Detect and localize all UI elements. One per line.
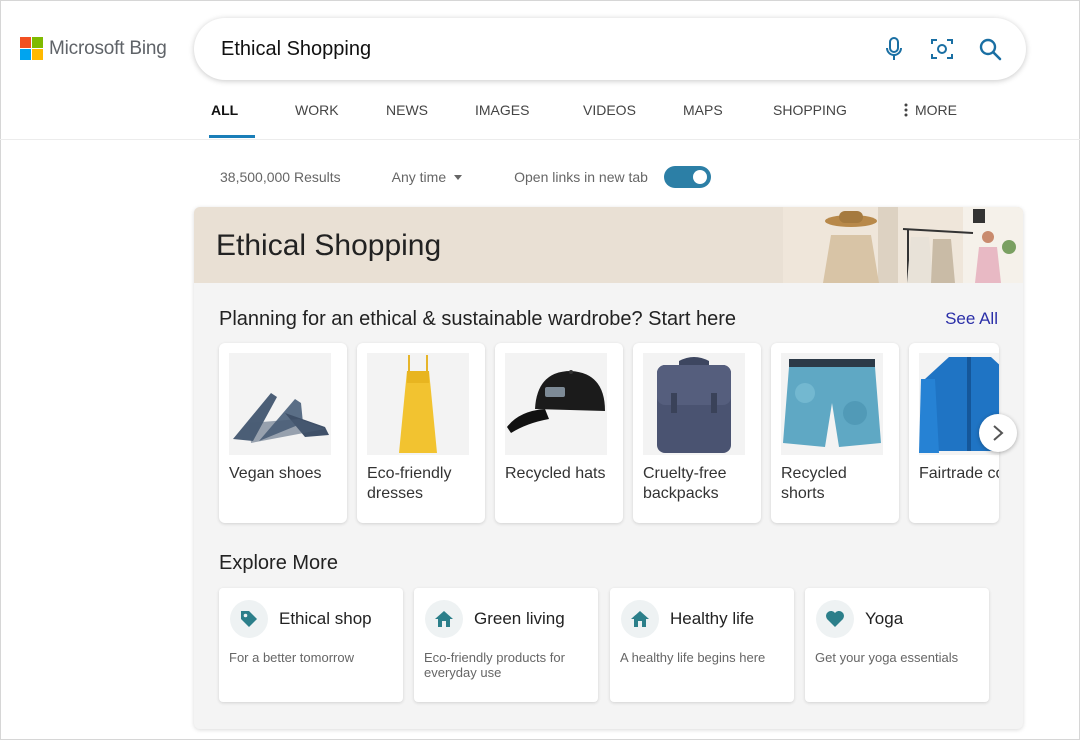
product-label: Fairtrade coats bbox=[919, 465, 999, 482]
carousel-next-button[interactable] bbox=[979, 414, 1017, 452]
search-input[interactable]: Ethical Shopping bbox=[221, 38, 858, 61]
microsoft-logo-icon bbox=[20, 37, 43, 60]
explore-title: Green living bbox=[474, 609, 565, 628]
new-tab-toggle[interactable] bbox=[663, 166, 711, 188]
home-icon bbox=[621, 600, 659, 638]
backpack-image bbox=[643, 353, 745, 455]
tab-work[interactable]: WORK bbox=[255, 102, 341, 138]
heart-icon bbox=[816, 600, 854, 638]
product-label: Eco-friendly dresses bbox=[367, 465, 452, 502]
toggle-knob bbox=[692, 170, 707, 184]
explore-desc: For a better tomorrow bbox=[229, 650, 354, 665]
search-tabs: ALL WORK NEWS IMAGES VIDEOS MAPS SHOPPIN… bbox=[209, 102, 968, 138]
shoes-image bbox=[229, 353, 331, 455]
header-divider bbox=[0, 139, 1080, 140]
explore-desc: Get your yoga essentials bbox=[815, 650, 959, 665]
chevron-right-icon bbox=[993, 425, 1004, 441]
product-card-dresses[interactable]: Eco-friendly dresses bbox=[357, 343, 485, 523]
microphone-icon[interactable] bbox=[882, 37, 906, 61]
tab-more[interactable]: MORE bbox=[848, 102, 968, 138]
explore-desc: A healthy life begins here bbox=[620, 650, 766, 665]
tab-all[interactable]: ALL bbox=[209, 102, 255, 138]
search-box[interactable]: Ethical Shopping bbox=[194, 18, 1026, 80]
tab-images[interactable]: IMAGES bbox=[430, 102, 533, 138]
explore-title: Ethical shop bbox=[279, 609, 372, 628]
explore-title: Healthy life bbox=[670, 609, 755, 628]
tag-icon bbox=[230, 600, 268, 638]
product-card-hats[interactable]: Recycled hats bbox=[495, 343, 623, 523]
explore-card-ethical-shop[interactable]: Ethical shop For a better tomorrow bbox=[219, 588, 403, 702]
ethical-shopping-answer: Ethical Shopping Planning for an ethical… bbox=[194, 207, 1023, 729]
tab-videos[interactable]: VIDEOS bbox=[533, 102, 636, 138]
explore-title: Yoga bbox=[865, 609, 904, 628]
product-label: Recycled hats bbox=[505, 465, 606, 482]
see-all-link[interactable]: See All bbox=[945, 309, 998, 329]
tab-shopping[interactable]: SHOPPING bbox=[723, 102, 848, 138]
answer-banner: Ethical Shopping bbox=[194, 207, 1023, 283]
cap-image bbox=[505, 353, 607, 455]
tab-news[interactable]: NEWS bbox=[341, 102, 430, 138]
product-card-backpacks[interactable]: Cruelty-free backpacks bbox=[633, 343, 761, 523]
vertical-dots-icon bbox=[904, 103, 908, 117]
explore-card-green-living[interactable]: Green living Eco-friendly products for e… bbox=[414, 588, 598, 702]
product-label: Vegan shoes bbox=[229, 465, 322, 482]
results-count: 38,500,000 Results bbox=[220, 169, 341, 185]
product-label: Recycled shorts bbox=[781, 465, 847, 502]
explore-card-healthy-life[interactable]: Healthy life A healthy life begins here bbox=[610, 588, 794, 702]
product-card-shorts[interactable]: Recycled shorts bbox=[771, 343, 899, 523]
explore-heading: Explore More bbox=[219, 552, 338, 574]
results-toolbar: 38,500,000 Results Any time Open links i… bbox=[220, 166, 711, 188]
home-icon bbox=[425, 600, 463, 638]
search-icon[interactable] bbox=[978, 37, 1002, 61]
banner-title: Ethical Shopping bbox=[216, 229, 442, 262]
explore-desc: Eco-friendly products for everyday use bbox=[424, 650, 565, 680]
chevron-down-icon bbox=[454, 174, 463, 180]
shorts-image bbox=[781, 353, 883, 455]
bing-logo[interactable]: Microsoft Bing bbox=[20, 37, 167, 60]
product-label: Cruelty-free backpacks bbox=[643, 465, 727, 502]
brand-name: Microsoft Bing bbox=[49, 37, 167, 59]
tab-maps[interactable]: MAPS bbox=[633, 102, 723, 138]
explore-card-yoga[interactable]: Yoga Get your yoga essentials bbox=[805, 588, 989, 702]
dress-image bbox=[367, 353, 469, 455]
visual-search-icon[interactable] bbox=[930, 37, 954, 61]
wardrobe-heading: Planning for an ethical & sustainable wa… bbox=[219, 308, 736, 330]
time-filter-dropdown[interactable]: Any time bbox=[392, 169, 463, 185]
clothing-rack-image bbox=[783, 207, 1023, 283]
new-tab-label: Open links in new tab bbox=[514, 169, 648, 185]
product-card-vegan-shoes[interactable]: Vegan shoes bbox=[219, 343, 347, 523]
